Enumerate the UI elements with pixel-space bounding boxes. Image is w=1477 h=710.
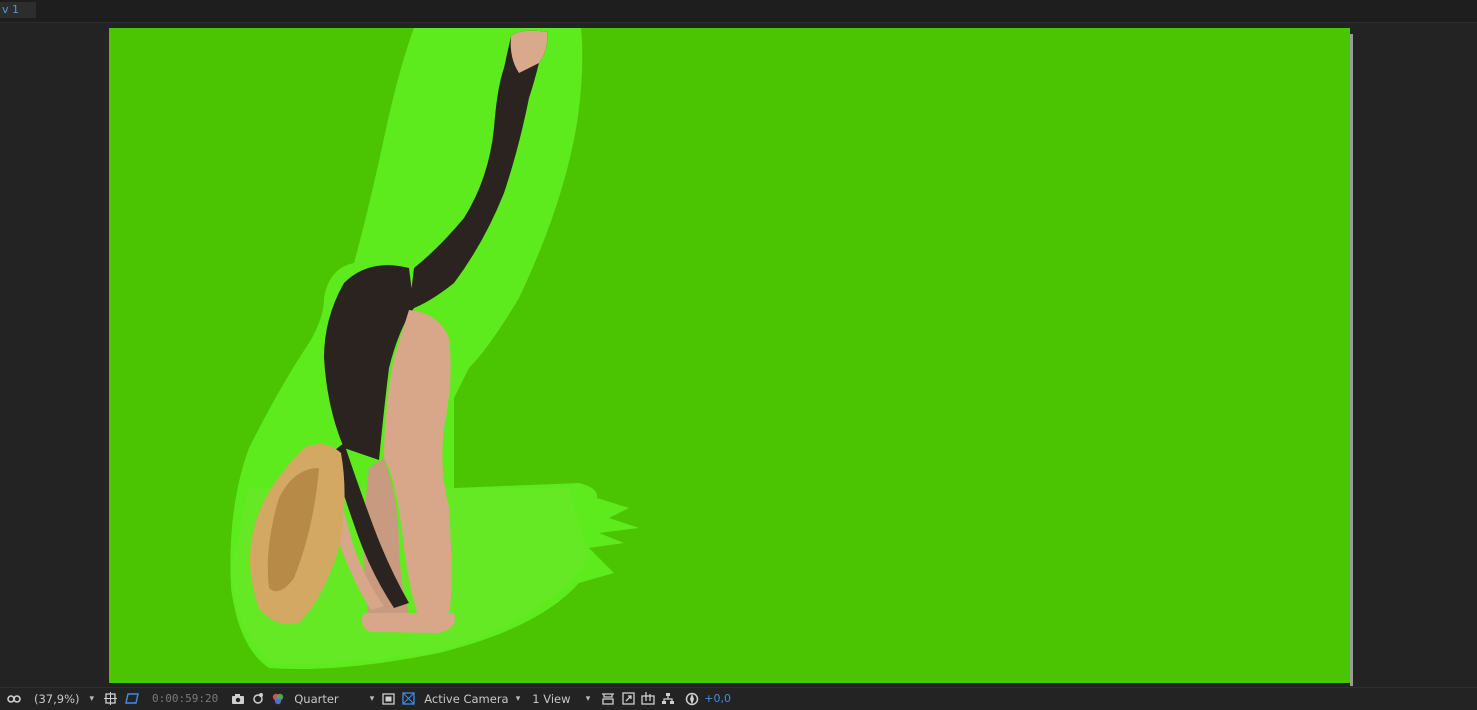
view-layout-dropdown[interactable]: 1 View ▾	[532, 688, 590, 710]
camera-view-label: Active Camera	[424, 691, 509, 706]
color-channels-icon[interactable]	[270, 691, 286, 707]
mask-icon[interactable]	[6, 691, 22, 707]
magnification-dropdown[interactable]: (37,9%) ▾	[34, 688, 94, 710]
exposure-value[interactable]: +0,0	[704, 688, 731, 710]
viewer-tab-bar: v 1	[0, 0, 1477, 23]
flowchart-icon[interactable]	[660, 691, 676, 707]
exposure-icon[interactable]	[684, 691, 700, 707]
chevron-down-icon: ▾	[89, 693, 94, 704]
fast-preview-icon[interactable]	[380, 691, 396, 707]
grid-icon[interactable]	[102, 691, 118, 707]
magnification-label: (37,9%)	[34, 691, 80, 706]
comp-boundary-edge	[1350, 34, 1353, 686]
resolution-label: Quarter	[294, 691, 339, 706]
show-snapshot-icon[interactable]	[250, 691, 266, 707]
reset-exposure-icon[interactable]	[620, 691, 636, 707]
chevron-down-icon: ▾	[585, 693, 591, 704]
region-of-interest-icon[interactable]	[124, 691, 140, 707]
composition-artwork	[230, 28, 639, 669]
timeline-icon[interactable]	[640, 691, 656, 707]
composition-frame[interactable]	[109, 28, 1350, 683]
layout-icon[interactable]	[600, 691, 616, 707]
chevron-down-icon: ▾	[515, 693, 521, 704]
resolution-dropdown[interactable]: Quarter ▾	[294, 688, 374, 710]
camera-snapshot-icon[interactable]	[230, 691, 246, 707]
composition-tab[interactable]: v 1	[0, 2, 36, 18]
current-time-display[interactable]: 0:00:59:20	[152, 688, 218, 710]
composition-viewer[interactable]	[0, 23, 1477, 687]
viewer-control-bar: (37,9%) ▾ 0:00:59:20 Quarter ▾ Active Ca…	[0, 687, 1477, 709]
camera-view-dropdown[interactable]: Active Camera ▾	[424, 688, 520, 710]
view-layout-label: 1 View	[532, 691, 571, 706]
transparency-grid-icon[interactable]	[400, 691, 416, 707]
chevron-down-icon: ▾	[369, 693, 375, 704]
